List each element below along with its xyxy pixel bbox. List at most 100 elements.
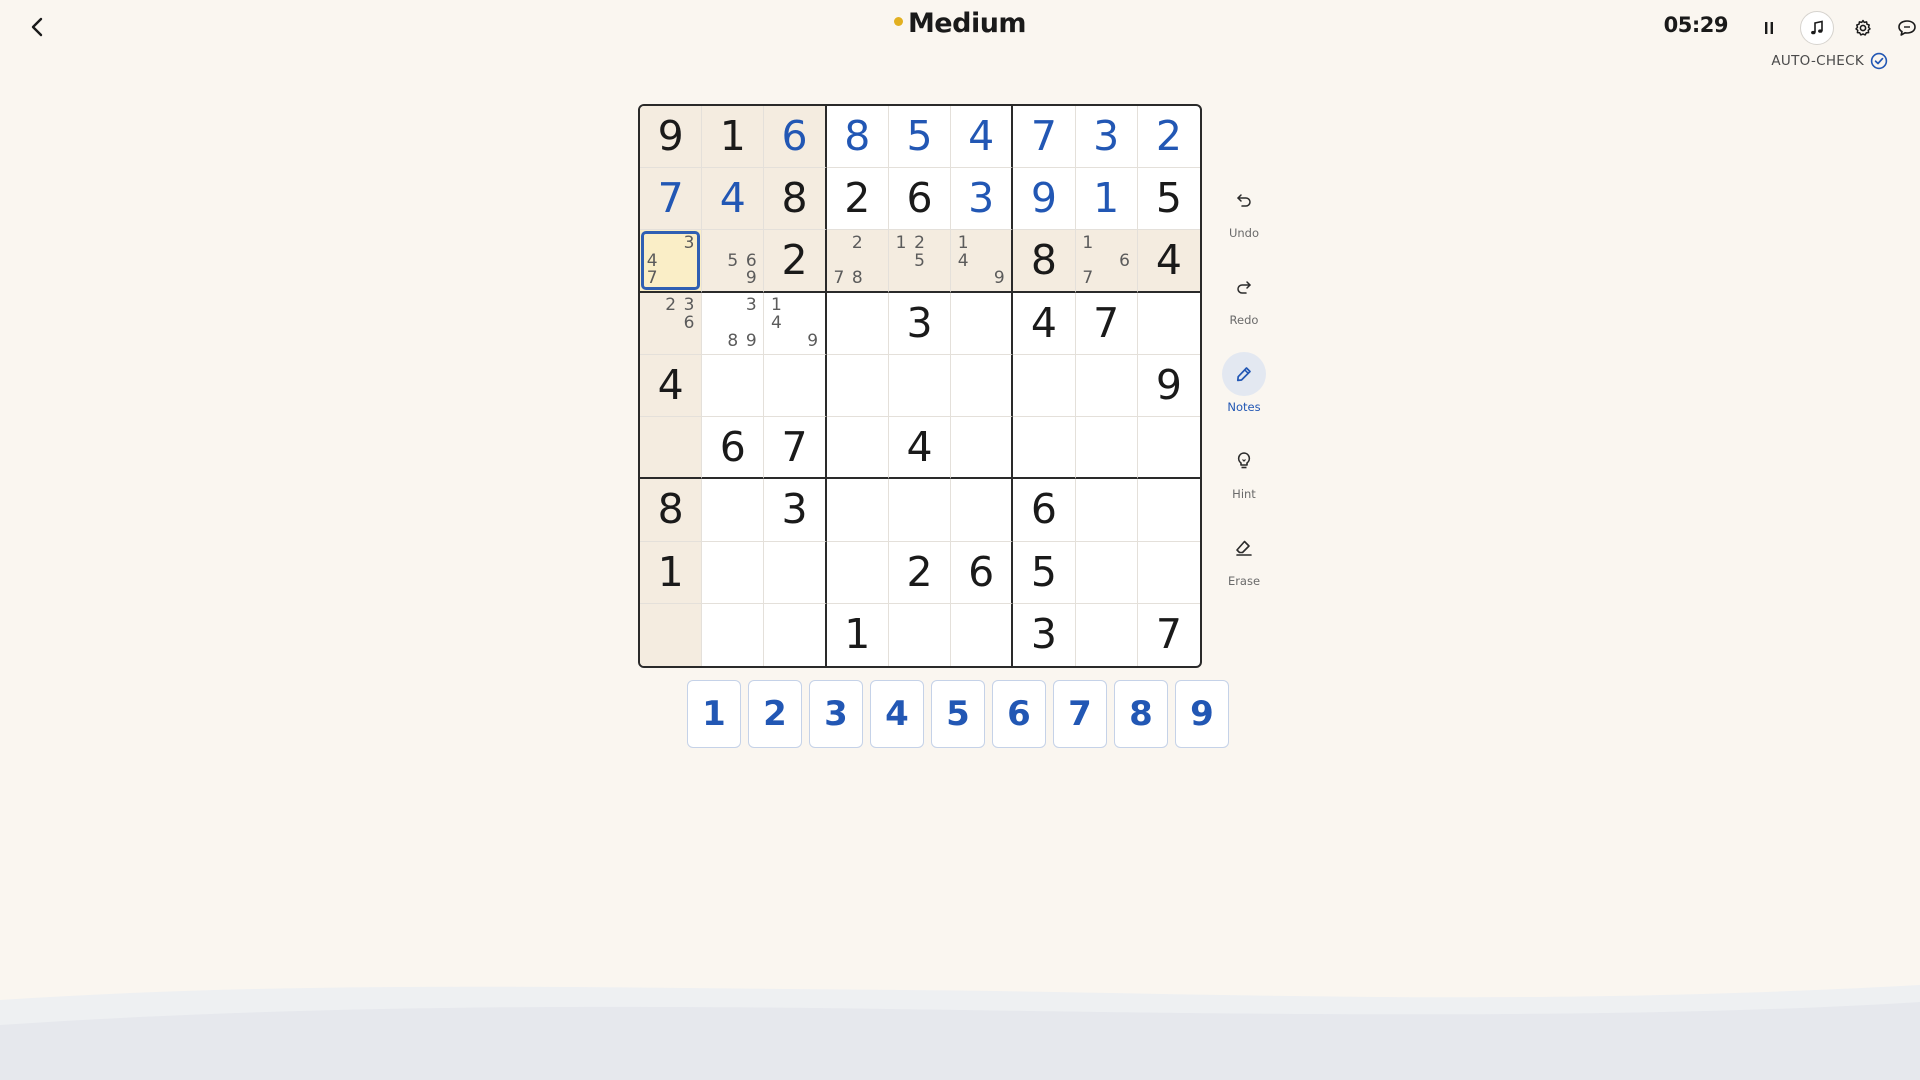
sudoku-cell[interactable]: 7: [764, 417, 827, 480]
sudoku-cell[interactable]: 4: [640, 354, 703, 418]
sudoku-cell[interactable]: [764, 354, 827, 418]
sudoku-cell[interactable]: 8: [764, 168, 827, 231]
number-key[interactable]: 9: [1175, 680, 1229, 748]
sudoku-cell[interactable]: [1137, 417, 1200, 480]
sudoku-cell[interactable]: 14 9: [764, 292, 827, 355]
sudoku-cell[interactable]: [702, 354, 765, 418]
sudoku-cell[interactable]: [640, 603, 703, 666]
sudoku-cell[interactable]: 8: [640, 479, 703, 542]
sudoku-cell[interactable]: [1137, 293, 1200, 355]
sudoku-cell[interactable]: 5: [1137, 168, 1200, 231]
sudoku-cell[interactable]: 7: [1013, 106, 1076, 169]
sudoku-cell[interactable]: [702, 479, 765, 542]
sudoku-cell[interactable]: 3: [951, 168, 1014, 231]
sudoku-cell[interactable]: 1: [1075, 168, 1138, 231]
sudoku-cell[interactable]: [1075, 479, 1138, 542]
sudoku-cell[interactable]: [951, 603, 1014, 666]
sudoku-cell[interactable]: 2: [888, 541, 952, 604]
sudoku-cell[interactable]: 3: [1013, 603, 1076, 666]
feedback-button[interactable]: [1890, 11, 1920, 45]
sudoku-cell[interactable]: 7: [640, 168, 703, 231]
number-key[interactable]: 5: [931, 680, 985, 748]
notes-button[interactable]: Notes: [1214, 352, 1274, 420]
sudoku-cell[interactable]: 6: [764, 106, 827, 169]
sudoku-cell[interactable]: [826, 479, 889, 542]
sudoku-cell[interactable]: [764, 603, 827, 666]
sudoku-cell[interactable]: [1137, 479, 1200, 542]
sudoku-cell[interactable]: 278: [826, 230, 889, 293]
number-key[interactable]: 1: [687, 680, 741, 748]
sudoku-cell[interactable]: 8: [1013, 230, 1076, 293]
sudoku-cell[interactable]: [640, 417, 703, 480]
redo-button[interactable]: Redo: [1214, 265, 1274, 333]
sudoku-cell[interactable]: 389: [702, 292, 765, 355]
sudoku-cell[interactable]: [826, 292, 889, 355]
sudoku-cell[interactable]: 6: [702, 417, 765, 480]
erase-button[interactable]: Erase: [1214, 526, 1274, 594]
sudoku-cell[interactable]: 3: [764, 479, 827, 542]
sudoku-cell[interactable]: 6: [1013, 479, 1076, 542]
sudoku-cell[interactable]: 5: [888, 106, 952, 169]
sudoku-cell[interactable]: 1: [640, 541, 703, 604]
sudoku-cell[interactable]: 4: [702, 168, 765, 231]
sudoku-cell[interactable]: [888, 479, 952, 542]
sudoku-cell[interactable]: 3: [1075, 106, 1138, 169]
pause-button[interactable]: [1752, 11, 1786, 45]
number-key[interactable]: 6: [992, 680, 1046, 748]
auto-check-toggle[interactable]: AUTO-CHECK: [1771, 52, 1888, 70]
sudoku-cell[interactable]: 9: [1137, 355, 1200, 418]
sudoku-cell[interactable]: 9: [640, 106, 703, 169]
sudoku-cell[interactable]: 9: [1013, 168, 1076, 231]
sudoku-cell[interactable]: 7: [1138, 604, 1200, 666]
sudoku-cell[interactable]: [1075, 541, 1138, 604]
sudoku-cell[interactable]: [826, 417, 889, 480]
number-key[interactable]: 7: [1053, 680, 1107, 748]
settings-button[interactable]: [1846, 11, 1880, 45]
undo-button[interactable]: Undo: [1214, 178, 1274, 246]
sudoku-cell[interactable]: 14 9: [951, 230, 1014, 293]
sudoku-cell[interactable]: 7: [1075, 292, 1138, 355]
sudoku-cell[interactable]: 2: [826, 168, 889, 231]
sudoku-cell[interactable]: [951, 292, 1014, 355]
sudoku-cell[interactable]: 125: [888, 230, 952, 293]
sudoku-cell[interactable]: [702, 603, 765, 666]
sudoku-cell[interactable]: [702, 541, 765, 604]
sudoku-cell[interactable]: [951, 354, 1014, 418]
sudoku-cell[interactable]: 6: [888, 168, 952, 231]
sudoku-cell[interactable]: 2: [1137, 106, 1200, 169]
sudoku-cell[interactable]: [1013, 417, 1076, 480]
sudoku-cell[interactable]: 236: [640, 292, 703, 355]
sudoku-cell[interactable]: 569: [702, 230, 765, 293]
sudoku-cell[interactable]: [1075, 354, 1138, 418]
sudoku-cell[interactable]: 2: [764, 230, 827, 293]
sudoku-cell[interactable]: 3: [888, 292, 952, 355]
sudoku-cell[interactable]: 4: [951, 106, 1014, 169]
sudoku-cell[interactable]: [889, 603, 952, 666]
sudoku-cell[interactable]: [826, 354, 889, 418]
sudoku-cell[interactable]: 1 6 7: [1075, 230, 1138, 293]
sudoku-cell[interactable]: [1075, 417, 1138, 480]
hint-button[interactable]: Hint: [1214, 439, 1274, 507]
number-key[interactable]: 4: [870, 680, 924, 748]
sudoku-cell[interactable]: [1076, 603, 1138, 666]
number-key[interactable]: 8: [1114, 680, 1168, 748]
music-button[interactable]: [1800, 11, 1834, 45]
sudoku-cell[interactable]: [1013, 354, 1076, 418]
number-key[interactable]: 2: [748, 680, 802, 748]
sudoku-cell[interactable]: 4: [888, 417, 952, 480]
sudoku-cell[interactable]: 4: [1137, 230, 1200, 293]
sudoku-cell[interactable]: 4: [1013, 292, 1076, 355]
sudoku-cell[interactable]: 6: [951, 541, 1014, 604]
sudoku-cell[interactable]: [951, 417, 1014, 480]
sudoku-cell[interactable]: 5: [1013, 541, 1076, 604]
sudoku-cell[interactable]: 1: [702, 106, 765, 169]
sudoku-cell[interactable]: [1137, 542, 1200, 604]
sudoku-cell[interactable]: [764, 541, 827, 604]
sudoku-cell[interactable]: [951, 479, 1014, 542]
sudoku-cell[interactable]: 1: [827, 603, 889, 666]
sudoku-cell[interactable]: [888, 354, 952, 418]
sudoku-cell[interactable]: [826, 541, 889, 604]
number-key[interactable]: 3: [809, 680, 863, 748]
sudoku-cell[interactable]: 3 47: [640, 230, 703, 293]
sudoku-cell[interactable]: 8: [826, 106, 889, 169]
